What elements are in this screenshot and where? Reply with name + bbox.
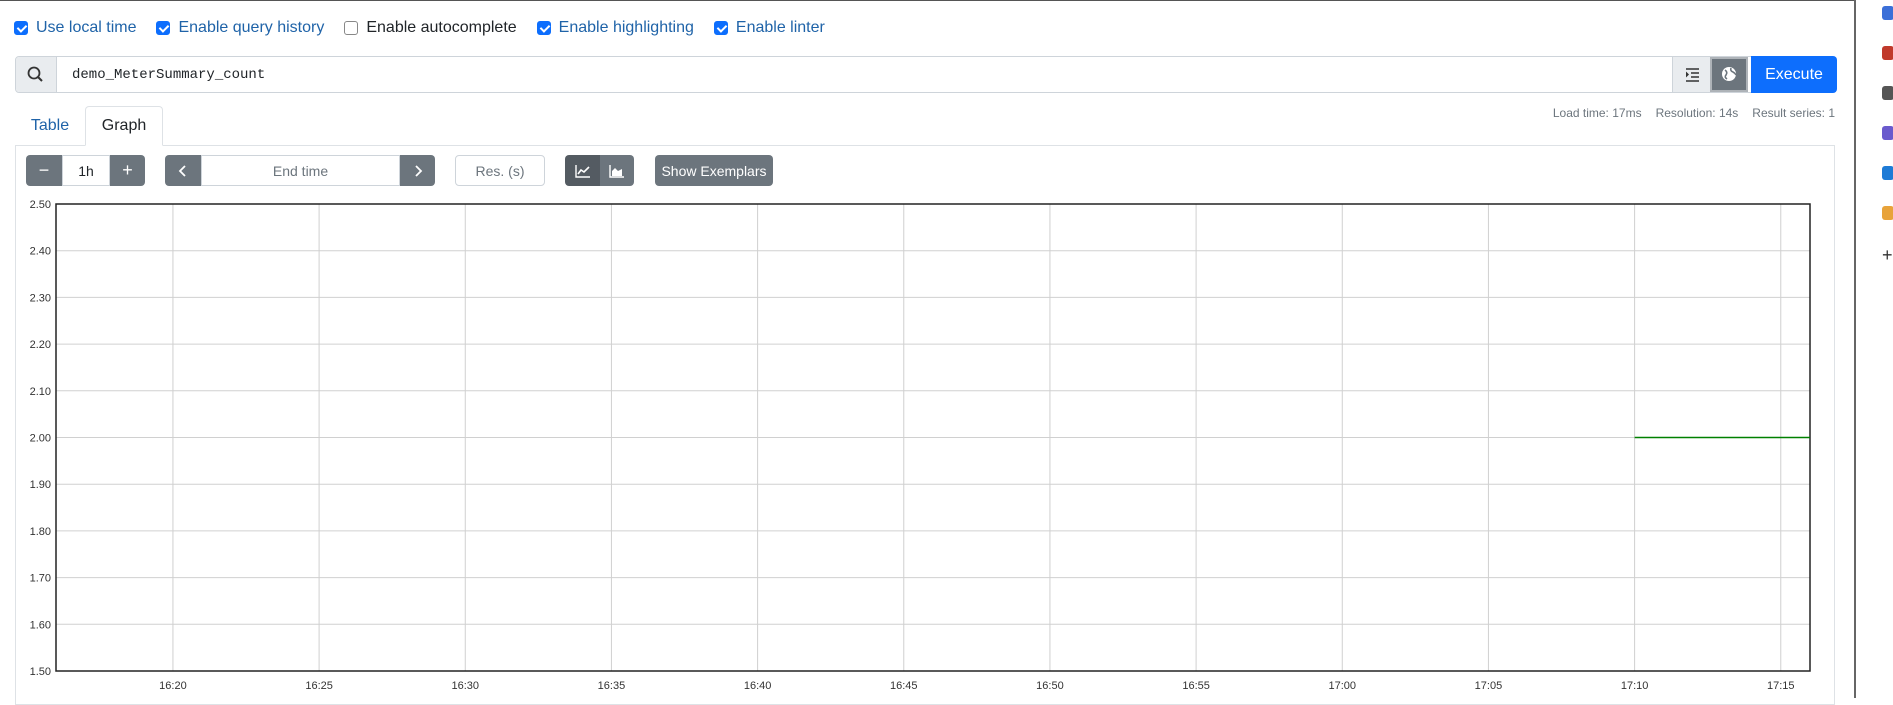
format-expression-button[interactable]	[1672, 57, 1711, 92]
option-label: Enable query history	[178, 19, 325, 36]
y-tick-label: 2.50	[30, 199, 51, 211]
y-tick-label: 1.60	[30, 619, 51, 631]
x-tick-label: 17:10	[1621, 680, 1649, 692]
query-stats: Load time: 17ms Resolution: 14s Result s…	[1539, 106, 1835, 120]
x-tick-label: 16:55	[1182, 680, 1210, 692]
line-chart-icon	[574, 164, 590, 178]
graph-chart[interactable]: 2.50 2.40 2.30 2.20 2.10 2.00 1.90 1.80 1.70 1.60…	[0, 195, 1850, 698]
tab-graph[interactable]: Graph	[85, 106, 163, 146]
y-tick-label: 1.50	[30, 666, 51, 678]
y-tick-label: 2.30	[30, 292, 51, 304]
resolution-input[interactable]: Res. (s)	[455, 155, 545, 186]
result-series: Result series: 1	[1752, 106, 1835, 120]
area-chart-icon	[609, 164, 624, 178]
extension-icon[interactable]	[1882, 6, 1893, 20]
resolution: Resolution: 14s	[1655, 106, 1739, 120]
add-icon[interactable]: +	[1882, 246, 1893, 264]
y-tick-label: 1.80	[30, 526, 51, 538]
globe-icon	[1722, 67, 1737, 81]
query-options: Use local time Enable query history Enab…	[14, 18, 845, 38]
x-tick-label: 16:35	[598, 680, 626, 692]
option-label: Enable highlighting	[558, 19, 694, 36]
checkbox-checked-icon[interactable]	[536, 21, 551, 35]
checkbox-checked-icon[interactable]	[713, 21, 728, 35]
show-exemplars-button[interactable]: Show Exemplars	[655, 155, 773, 186]
option-label: Use local time	[36, 19, 137, 36]
checkbox-unchecked-icon[interactable]	[344, 21, 359, 35]
expression-input[interactable]: demo_MeterSummary_count	[72, 67, 265, 83]
y-tick-label: 2.00	[30, 433, 51, 445]
x-tick-label: 17:05	[1475, 680, 1503, 692]
browser-sidebar-border	[1854, 0, 1856, 698]
minus-icon: −	[38, 160, 50, 180]
y-tick-label: 2.40	[30, 246, 51, 258]
browser-sidebar	[1854, 0, 1893, 698]
checkbox-checked-icon[interactable]	[156, 21, 171, 35]
x-tick-label: 16:25	[305, 680, 333, 692]
metrics-explorer-button[interactable]	[1710, 57, 1748, 92]
x-tick-label: 17:00	[1329, 680, 1357, 692]
next-time-button[interactable]	[400, 155, 435, 186]
decrease-range-button[interactable]: −	[26, 155, 62, 186]
expression-bar: demo_MeterSummary_count Execute	[15, 56, 1837, 93]
shapes-icon[interactable]	[1882, 206, 1893, 220]
tab-table[interactable]: Table	[18, 106, 82, 146]
chevron-right-icon	[414, 164, 422, 177]
range-input[interactable]: 1h	[62, 155, 110, 186]
window-top-border	[0, 0, 1854, 1]
load-time: Load time: 17ms	[1552, 106, 1642, 120]
toolbox-icon[interactable]	[1882, 46, 1893, 60]
x-tick-label: 16:30	[452, 680, 480, 692]
indent-icon	[1686, 68, 1699, 82]
plus-icon: +	[122, 160, 133, 180]
option-enable-linter[interactable]: Enable linter	[713, 19, 825, 37]
y-tick-label: 2.10	[30, 386, 51, 398]
option-use-local-time[interactable]: Use local time	[14, 19, 136, 37]
x-tick-label: 16:45	[890, 680, 918, 692]
increase-range-button[interactable]: +	[110, 155, 145, 186]
outlook-icon[interactable]	[1882, 166, 1893, 180]
x-tick-label: 16:40	[744, 680, 772, 692]
person-icon[interactable]	[1882, 86, 1893, 100]
option-enable-autocomplete[interactable]: Enable autocomplete	[344, 19, 517, 37]
option-enable-query-history[interactable]: Enable query history	[156, 19, 324, 37]
y-tick-label: 1.70	[30, 573, 51, 585]
option-enable-highlighting[interactable]: Enable highlighting	[536, 19, 694, 37]
option-label: Enable autocomplete	[366, 19, 517, 36]
x-tick-label: 16:50	[1036, 680, 1064, 692]
chevron-left-icon	[178, 164, 186, 177]
y-tick-label: 1.90	[30, 479, 51, 491]
y-tick-label: 2.20	[30, 339, 51, 351]
unstacked-graph-button[interactable]	[565, 155, 600, 186]
hexagon-icon[interactable]	[1882, 126, 1893, 140]
option-label: Enable linter	[735, 19, 825, 36]
search-icon	[16, 57, 57, 92]
previous-time-button[interactable]	[165, 155, 201, 186]
x-tick-label: 17:15	[1767, 680, 1795, 692]
checkbox-checked-icon[interactable]	[14, 21, 28, 35]
x-tick-label: 16:20	[159, 680, 187, 692]
end-time-input[interactable]: End time	[201, 155, 400, 186]
execute-button[interactable]: Execute	[1751, 56, 1837, 93]
stacked-graph-button[interactable]	[600, 155, 634, 186]
